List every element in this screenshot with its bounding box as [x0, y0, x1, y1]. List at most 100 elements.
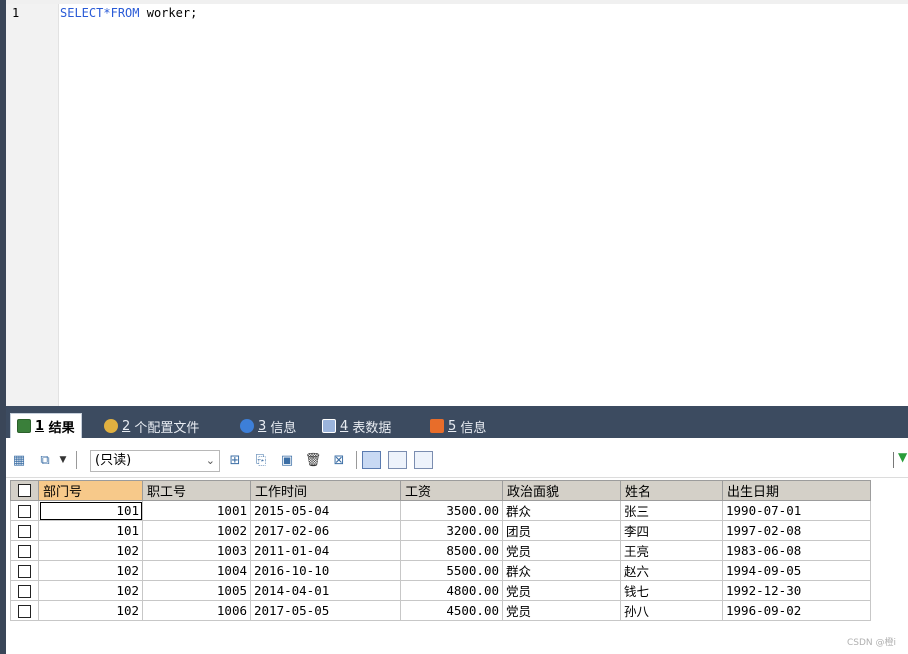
cell-emp-no[interactable]: 1006 [142, 600, 251, 621]
cell-emp-no[interactable]: 1002 [142, 520, 251, 541]
row-checkbox-cell[interactable] [10, 520, 39, 541]
cell-dept[interactable]: 102 [38, 560, 143, 581]
tab-number: 4 [340, 418, 349, 434]
cell-political[interactable]: 团员 [502, 520, 621, 541]
checkbox-icon[interactable] [18, 545, 31, 558]
cell-name[interactable]: 赵六 [620, 560, 723, 581]
row-checkbox-cell[interactable] [10, 560, 39, 581]
cell-political[interactable]: 党员 [502, 540, 621, 561]
cell-dept[interactable]: 101 [38, 520, 143, 541]
toolbar-separator [356, 451, 357, 469]
column-header-salary[interactable]: 工资 [400, 480, 503, 501]
keyword-from: FROM [110, 6, 140, 20]
cell-birth-date[interactable]: 1996-09-02 [722, 600, 871, 621]
table-row[interactable]: 102 1005 2014-04-01 4800.00 党员 钱七 1992-1… [10, 580, 871, 601]
cell-birth-date[interactable]: 1992-12-30 [722, 580, 871, 601]
cell-birth-date[interactable]: 1997-02-08 [722, 520, 871, 541]
checkbox-icon[interactable] [18, 484, 31, 497]
toolbar-separator [893, 452, 894, 468]
tab-table-data[interactable]: 4 表数据 [316, 414, 397, 438]
cell-dept[interactable]: 102 [38, 540, 143, 561]
checkbox-icon[interactable] [18, 525, 31, 538]
column-header-work-time[interactable]: 工作时间 [250, 480, 401, 501]
row-checkbox-cell[interactable] [10, 500, 39, 521]
cell-work-time[interactable]: 2016-10-10 [250, 560, 401, 581]
cell-emp-no[interactable]: 1003 [142, 540, 251, 561]
cell-birth-date[interactable]: 1994-09-05 [722, 560, 871, 581]
column-header-name[interactable]: 姓名 [620, 480, 723, 501]
cell-work-time[interactable]: 2015-05-04 [250, 500, 401, 521]
cell-emp-no[interactable]: 1001 [142, 500, 251, 521]
tab-results[interactable]: 1 结果 [10, 413, 82, 438]
cell-work-time[interactable]: 2017-02-06 [250, 520, 401, 541]
row-checkbox-cell[interactable] [10, 580, 39, 601]
cell-dept[interactable]: 102 [38, 580, 143, 601]
table-row[interactable]: 102 1006 2017-05-05 4500.00 党员 孙八 1996-0… [10, 600, 871, 621]
insert-row-icon[interactable]: ⊞ [226, 452, 244, 468]
code-line[interactable]: SELECT*FROM worker; [60, 6, 197, 20]
row-checkbox-cell[interactable] [10, 540, 39, 561]
column-header-dept[interactable]: 部门号 [38, 480, 143, 501]
save-icon[interactable]: ▣ [278, 452, 296, 468]
table-row[interactable]: 101 1002 2017-02-06 3200.00 团员 李四 1997-0… [10, 520, 871, 541]
cell-political[interactable]: 党员 [502, 580, 621, 601]
tab-profiles[interactable]: 2 个配置文件 [98, 414, 205, 438]
tab-label: 信息 [460, 420, 487, 436]
cell-emp-no[interactable]: 1004 [142, 560, 251, 581]
text-view-icon[interactable] [414, 451, 433, 469]
cancel-changes-icon[interactable]: ⊠ [330, 452, 348, 468]
cell-salary[interactable]: 3500.00 [400, 500, 503, 521]
row-checkbox-cell[interactable] [10, 600, 39, 621]
cell-salary[interactable]: 5500.00 [400, 560, 503, 581]
tab-info[interactable]: 5 信息 [424, 414, 492, 438]
filter-icon[interactable]: ▼ [898, 450, 907, 464]
column-header-emp-no[interactable]: 职工号 [142, 480, 251, 501]
cell-name[interactable]: 王亮 [620, 540, 723, 561]
sql-editor[interactable]: 1 SELECT*FROM worker; [6, 4, 908, 406]
profile-icon [104, 419, 118, 433]
checkbox-icon[interactable] [18, 585, 31, 598]
cell-dept[interactable]: 101 [38, 500, 143, 521]
cell-salary[interactable]: 3200.00 [400, 520, 503, 541]
add-row-icon[interactable]: ▦ [10, 452, 28, 468]
cell-birth-date[interactable]: 1983-06-08 [722, 540, 871, 561]
cell-political[interactable]: 党员 [502, 600, 621, 621]
cell-work-time[interactable]: 2014-04-01 [250, 580, 401, 601]
line-number: 1 [12, 6, 20, 20]
chevron-down-icon: ⌄ [205, 454, 215, 467]
cell-political[interactable]: 群众 [502, 560, 621, 581]
tab-messages[interactable]: 3 信息 [234, 414, 302, 438]
checkbox-icon[interactable] [18, 605, 31, 618]
cell-dept[interactable]: 102 [38, 600, 143, 621]
table-row[interactable]: 102 1003 2011-01-04 8500.00 党员 王亮 1983-0… [10, 540, 871, 561]
form-view-icon[interactable] [388, 451, 407, 469]
export-icon[interactable]: ⧉ [36, 452, 54, 468]
checkbox-icon[interactable] [18, 505, 31, 518]
cell-work-time[interactable]: 2011-01-04 [250, 540, 401, 561]
toolbar-separator [76, 451, 77, 469]
cell-political[interactable]: 群众 [502, 500, 621, 521]
line-number-gutter: 1 [6, 4, 59, 406]
column-header-political[interactable]: 政治面貌 [502, 480, 621, 501]
checkbox-icon[interactable] [18, 565, 31, 578]
cell-salary[interactable]: 4800.00 [400, 580, 503, 601]
select-all-header[interactable] [10, 480, 39, 501]
readonly-mode-select[interactable]: (只读) ⌄ [90, 450, 220, 472]
cell-salary[interactable]: 4500.00 [400, 600, 503, 621]
cell-salary[interactable]: 8500.00 [400, 540, 503, 561]
grid-view-icon[interactable] [362, 451, 381, 469]
cell-name[interactable]: 孙八 [620, 600, 723, 621]
cell-name[interactable]: 李四 [620, 520, 723, 541]
duplicate-row-icon[interactable]: ⎘ [252, 452, 270, 468]
tab-label: 结果 [48, 420, 75, 436]
cell-birth-date[interactable]: 1990-07-01 [722, 500, 871, 521]
cell-emp-no[interactable]: 1005 [142, 580, 251, 601]
table-row[interactable]: 101 1001 2015-05-04 3500.00 群众 张三 1990-0… [10, 500, 871, 521]
table-row[interactable]: 102 1004 2016-10-10 5500.00 群众 赵六 1994-0… [10, 560, 871, 581]
cell-work-time[interactable]: 2017-05-05 [250, 600, 401, 621]
chevron-down-icon[interactable]: ▼ [54, 452, 72, 468]
trash-icon[interactable]: 🗑 [304, 452, 322, 468]
column-header-birth-date[interactable]: 出生日期 [722, 480, 871, 501]
cell-name[interactable]: 钱七 [620, 580, 723, 601]
cell-name[interactable]: 张三 [620, 500, 723, 521]
